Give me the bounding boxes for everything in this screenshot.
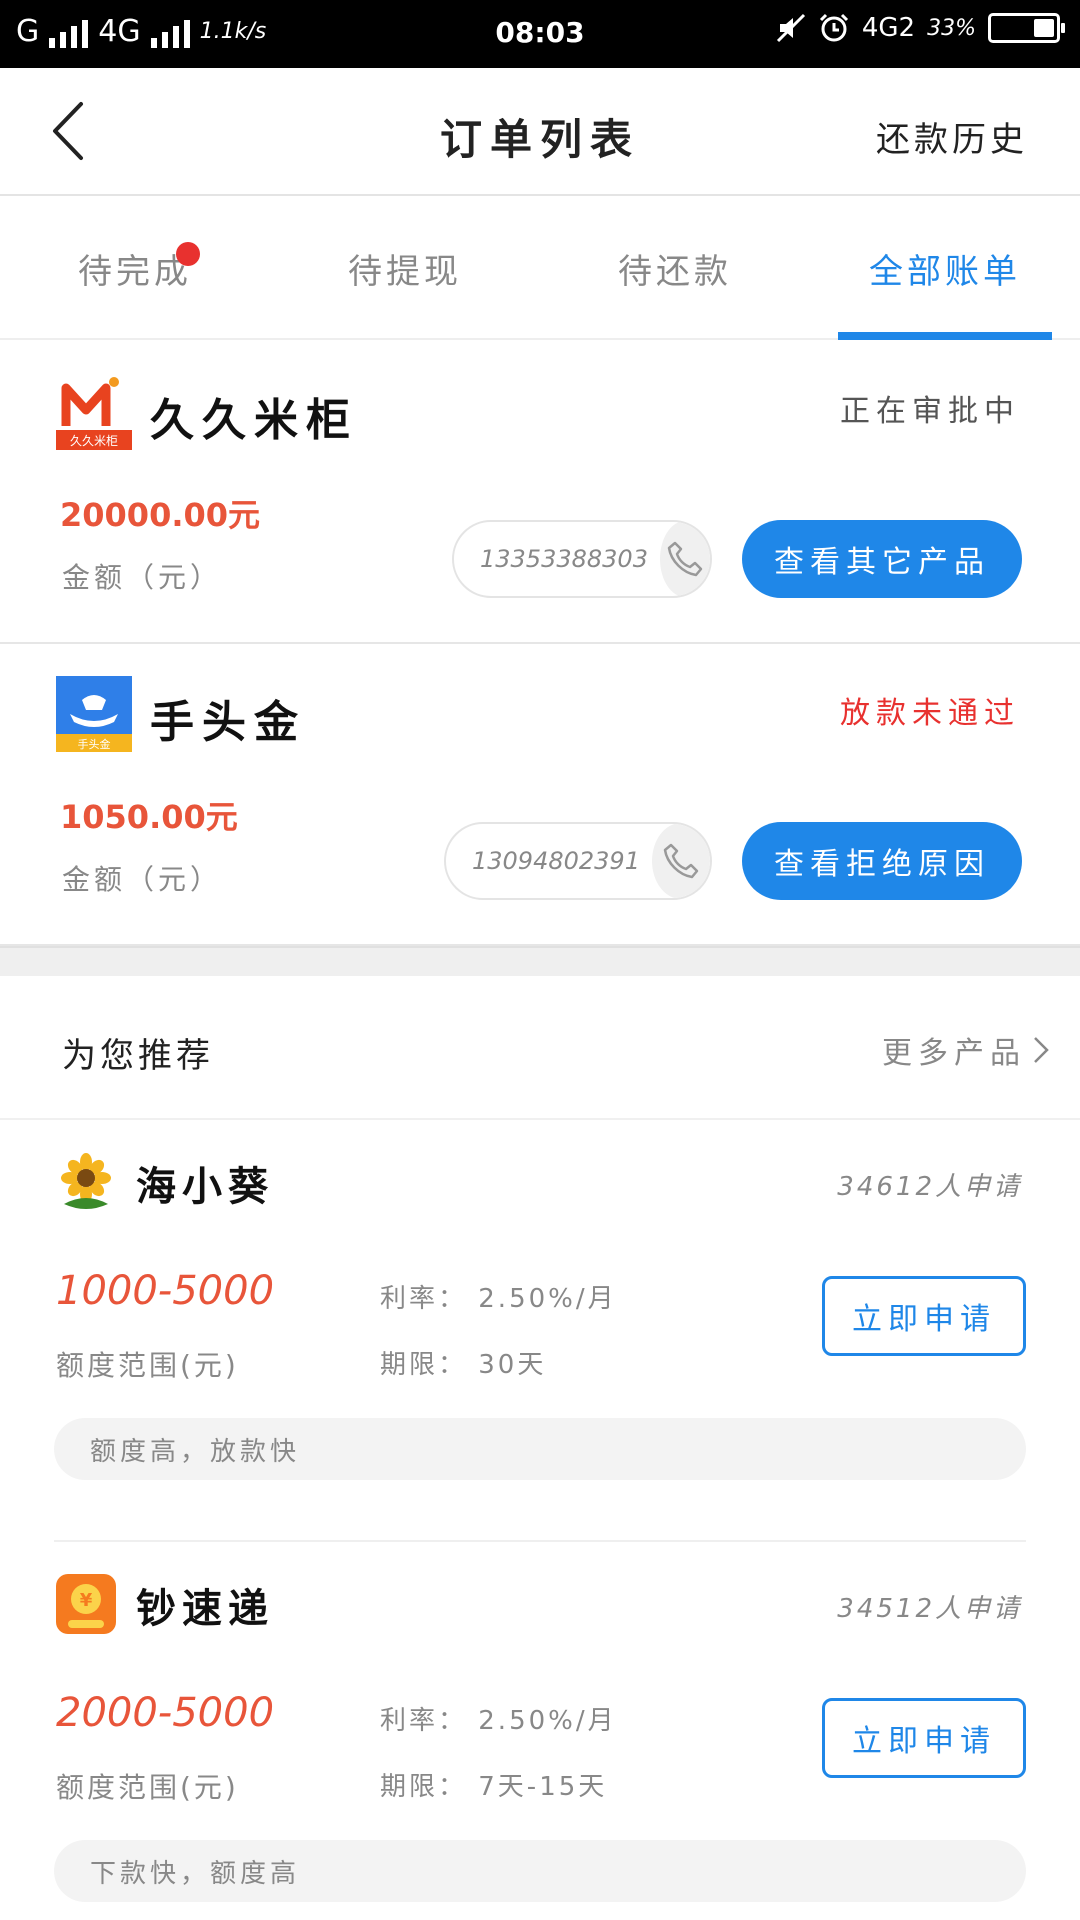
credit-range: 1000-5000	[56, 1268, 275, 1314]
recommend-header: 为您推荐 更多产品	[0, 976, 1080, 1120]
product-tagline: 额度高，放款快	[54, 1418, 1026, 1480]
logo-caption: 久久米柜	[70, 434, 118, 448]
product-tagline: 下款快，额度高	[54, 1840, 1026, 1902]
status-bar: G 4G 1.1k/s 08:03 4G2 33%	[0, 0, 1080, 68]
phone-pill: 13353388303	[452, 520, 712, 598]
amount-label: 金额（元）	[62, 863, 223, 896]
sunflower-logo-icon	[61, 1153, 111, 1209]
tab-label: 待还款	[618, 251, 732, 292]
apply-now-button[interactable]: 立即申请	[822, 1276, 1026, 1356]
credit-range: 2000-5000	[56, 1690, 275, 1736]
view-other-products-button[interactable]: 查看其它产品	[742, 520, 1022, 598]
carrier2-label: 4G	[98, 14, 141, 49]
more-products-link[interactable]: 更多产品	[882, 1028, 1050, 1072]
svg-text:¥: ¥	[80, 1590, 93, 1611]
signal-icon	[150, 16, 190, 48]
order-amount: 1050.00元	[60, 798, 238, 836]
phone-icon	[663, 843, 699, 879]
credit-range-label: 额度范围(元)	[56, 1771, 239, 1804]
interest-rate: 利率： 2.50%/月	[380, 1284, 617, 1314]
chevron-right-icon	[1034, 1037, 1049, 1063]
jiujiu-migui-logo-icon: 久久米柜	[56, 374, 132, 450]
loan-term: 期限： 30天	[380, 1350, 547, 1380]
status-bar-left: G 4G 1.1k/s	[16, 14, 266, 49]
status-bar-right: 4G2 33%	[776, 12, 1065, 44]
signal-icon	[49, 16, 89, 48]
tab-label: 全部账单	[869, 251, 1021, 292]
notification-dot	[176, 242, 200, 266]
phone-number: 13094802391	[472, 847, 640, 875]
network-type: 4G2	[861, 13, 916, 43]
app-header: 订单列表 还款历史	[0, 68, 1080, 196]
product-name: 手头金	[150, 697, 306, 748]
applicant-count: 34512人申请	[837, 1594, 1022, 1624]
tab-label: 待完成	[78, 251, 192, 292]
tab-pending-withdraw[interactable]: 待提现	[270, 198, 540, 338]
product-card: 海小葵 34612人申请 1000-5000 额度范围(元) 利率： 2.50%…	[0, 1122, 1080, 1542]
phone-pill: 13094802391	[444, 822, 712, 900]
battery-percent: 33%	[927, 15, 976, 41]
call-button[interactable]	[659, 522, 710, 596]
product-name: 钞速递	[136, 1586, 274, 1632]
order-tabs: 待完成 待提现 待还款 全部账单	[0, 198, 1080, 340]
order-card: 手头金 手头金 放款未通过 1050.00元 金额（元） 13094802391…	[0, 644, 1080, 946]
tab-label: 待提现	[348, 251, 462, 292]
order-status: 正在审批中	[840, 394, 1020, 429]
order-status: 放款未通过	[840, 696, 1020, 731]
phone-number: 13353388303	[480, 545, 648, 573]
tab-pending-complete[interactable]: 待完成	[0, 198, 270, 338]
logo-caption: 手头金	[78, 737, 111, 751]
divider	[54, 1540, 1026, 1542]
apply-now-button[interactable]: 立即申请	[822, 1698, 1026, 1778]
product-name: 海小葵	[136, 1164, 274, 1210]
applicant-count: 34612人申请	[837, 1172, 1022, 1202]
credit-range-label: 额度范围(元)	[56, 1349, 239, 1382]
battery-icon	[988, 13, 1065, 43]
alarm-icon	[819, 13, 848, 42]
product-card: ¥ 钞速递 34512人申请 2000-5000 额度范围(元) 利率： 2.5…	[0, 1544, 1080, 1920]
repayment-history-link[interactable]: 还款历史	[876, 112, 1028, 161]
view-rejection-reason-button[interactable]: 查看拒绝原因	[742, 822, 1022, 900]
call-button[interactable]	[651, 824, 710, 898]
more-products-label: 更多产品	[882, 1036, 1026, 1071]
amount-label: 金额（元）	[62, 561, 223, 594]
loan-term: 期限： 7天-15天	[380, 1772, 608, 1802]
shoutoujin-logo-icon: 手头金	[56, 676, 132, 752]
recommend-title: 为您推荐	[62, 1036, 214, 1076]
battery-level	[1034, 19, 1054, 37]
phone-icon	[667, 541, 703, 577]
tab-pending-repay[interactable]: 待还款	[540, 198, 810, 338]
interest-rate: 利率： 2.50%/月	[380, 1706, 617, 1736]
carrier1-label: G	[16, 14, 40, 49]
product-name: 久久米柜	[150, 395, 358, 446]
chaosudi-logo-icon: ¥	[56, 1574, 116, 1634]
order-amount: 20000.00元	[60, 496, 261, 534]
order-card: 久久米柜 久久米柜 正在审批中 20000.00元 金额（元） 13353388…	[0, 342, 1080, 644]
tab-all-bills[interactable]: 全部账单	[810, 198, 1080, 340]
mute-icon	[776, 13, 805, 43]
section-separator	[0, 946, 1080, 976]
net-speed: 1.1k/s	[199, 19, 267, 44]
